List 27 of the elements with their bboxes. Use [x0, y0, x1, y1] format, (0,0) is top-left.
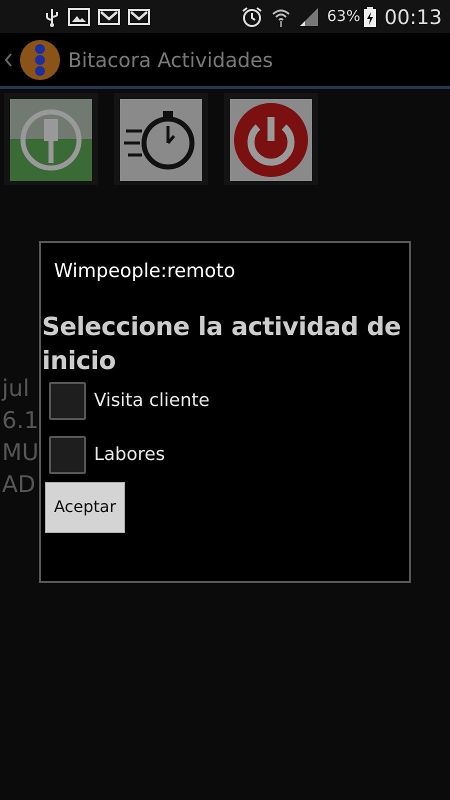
- list-text: MU: [2, 439, 39, 468]
- app-title: Bitacora Actividades: [68, 46, 273, 74]
- power-button[interactable]: [230, 99, 312, 181]
- list-text: jul: [2, 375, 30, 404]
- battery-percentage: 63%: [327, 6, 360, 28]
- list-text: 6.1: [2, 407, 39, 436]
- clock-time: 00:13: [384, 4, 442, 30]
- accept-button[interactable]: Aceptar: [45, 482, 125, 532]
- back-chevron-icon[interactable]: [4, 52, 12, 66]
- battery-charging-icon: [364, 6, 376, 26]
- picture-icon: [68, 8, 90, 26]
- checkbox[interactable]: [49, 382, 86, 420]
- dialog-message: Seleccione la actividad de inicio: [41, 310, 402, 376]
- checkbox-label: Labores: [94, 443, 165, 467]
- dialog-title: Wimpeople:remoto: [53, 259, 236, 284]
- mail-icon: [98, 8, 120, 24]
- power-plug-button[interactable]: [10, 99, 92, 181]
- checkbox[interactable]: [49, 436, 86, 474]
- usb-icon: [44, 6, 60, 26]
- checkbox-label: Visita cliente: [94, 389, 210, 413]
- app-logo-icon: [20, 40, 60, 80]
- signal-icon: [299, 6, 320, 26]
- stopwatch-button[interactable]: [120, 99, 202, 181]
- alarm-clock-icon: [241, 6, 264, 28]
- list-text: AD: [2, 471, 36, 500]
- mail-icon: [128, 8, 150, 24]
- wifi-icon: [271, 6, 292, 26]
